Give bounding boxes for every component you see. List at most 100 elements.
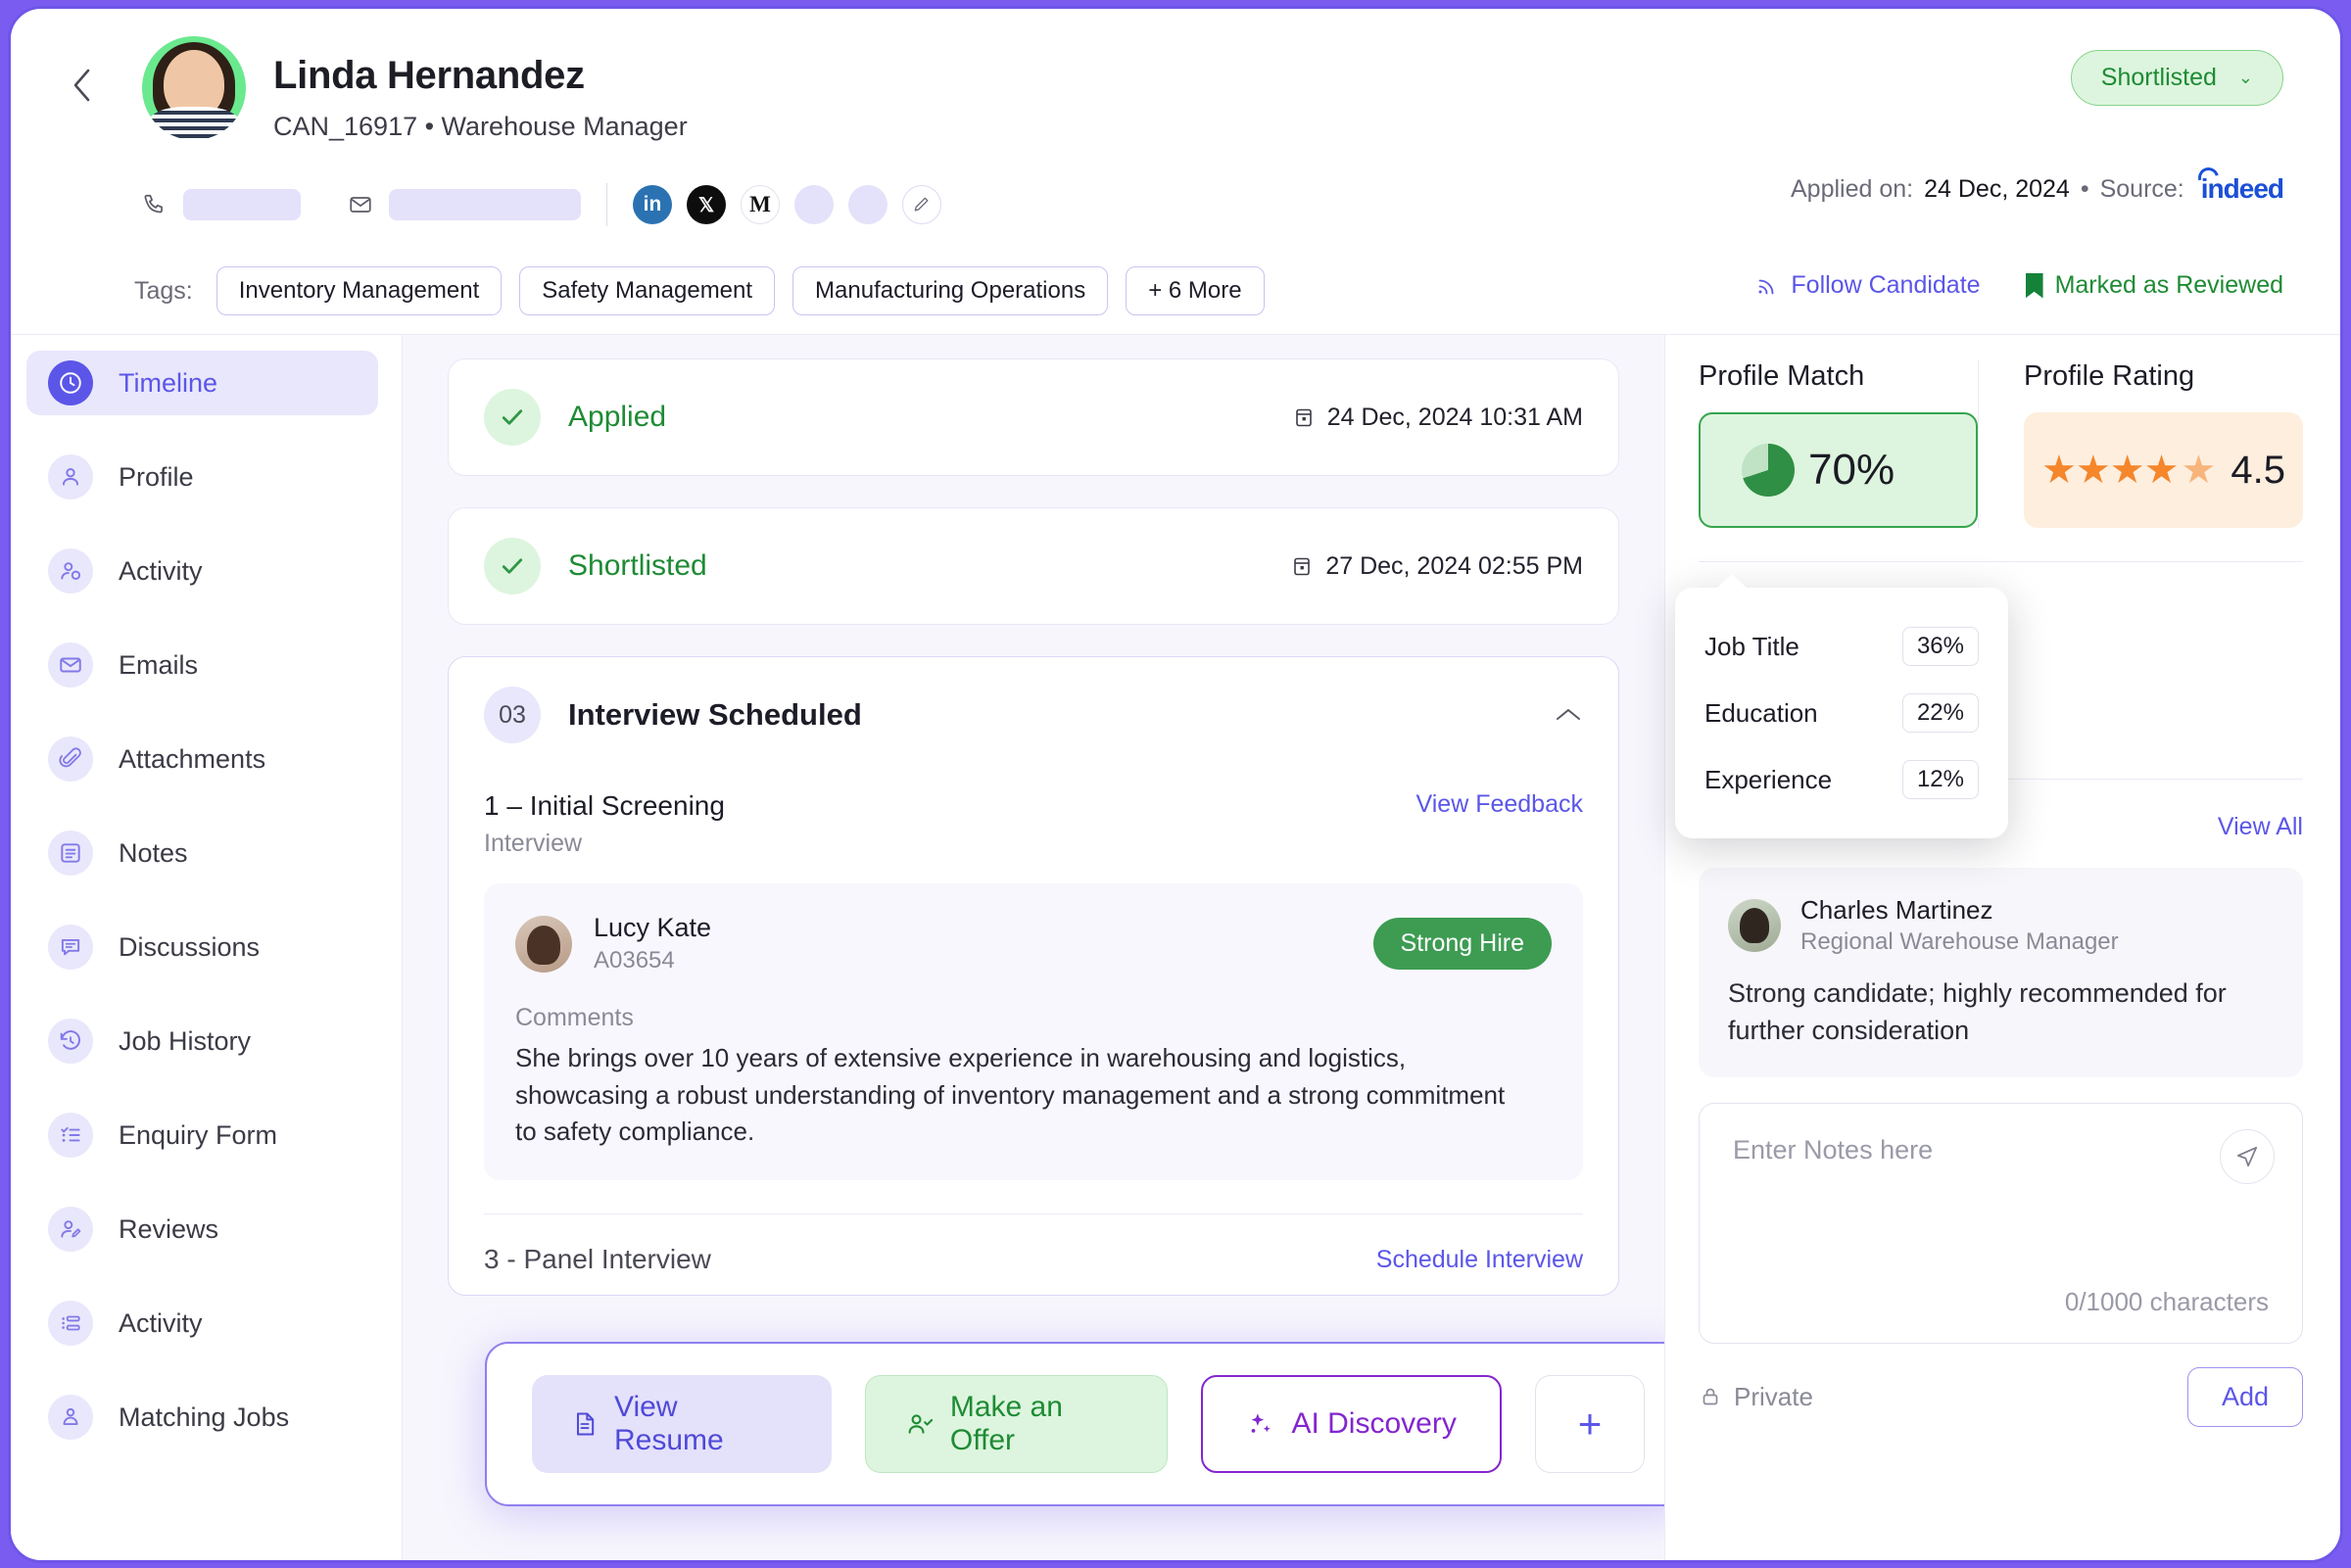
- email-field[interactable]: [348, 189, 581, 220]
- sidebar-item-reviews[interactable]: Reviews: [26, 1197, 378, 1261]
- mail-icon: [48, 642, 93, 688]
- notes-view-all-link[interactable]: View All: [2218, 813, 2303, 841]
- comments-label: Comments: [515, 1004, 1552, 1032]
- x-icon[interactable]: 𝕏: [687, 185, 726, 224]
- marked-reviewed-button[interactable]: Marked as Reviewed: [2026, 271, 2283, 300]
- sidebar-item-profile[interactable]: Profile: [26, 445, 378, 509]
- view-feedback-link[interactable]: View Feedback: [1416, 790, 1583, 819]
- add-action-button[interactable]: +: [1535, 1375, 1645, 1473]
- ai-discovery-button[interactable]: AI Discovery: [1201, 1375, 1502, 1473]
- linkedin-icon[interactable]: in: [633, 185, 672, 224]
- profile-match-card[interactable]: 70%: [1699, 412, 1978, 528]
- date-text: 27 Dec, 2024 02:55 PM: [1325, 552, 1583, 581]
- candidate-subtitle: CAN_16917 • Warehouse Manager: [273, 112, 688, 142]
- profile-match-title: Profile Match: [1699, 360, 1978, 393]
- sidebar-item-label: Activity: [119, 1308, 203, 1339]
- reviewer-name: Lucy Kate: [594, 913, 711, 943]
- sidebar-item-discussions[interactable]: Discussions: [26, 915, 378, 979]
- profile-match-section: Profile Match 70%: [1699, 360, 1978, 528]
- applied-date: 24 Dec, 2024: [1924, 175, 2070, 204]
- sidebar-item-label: Emails: [119, 650, 198, 681]
- sidebar-item-activity-2[interactable]: Activity: [26, 1291, 378, 1355]
- note-input-box[interactable]: Enter Notes here 0/1000 characters: [1699, 1103, 2303, 1344]
- right-panel: Profile Match 70% Profile Rating ★★★★★ 4…: [1664, 335, 2340, 1563]
- chevron-up-icon[interactable]: [1554, 705, 1583, 725]
- profile-match-breakdown-tooltip: Job Title 36% Education 22% Experience 1…: [1675, 588, 2008, 838]
- tag-chip[interactable]: Inventory Management: [216, 266, 502, 315]
- sidebar-item-label: Notes: [119, 838, 188, 869]
- phone-icon: [142, 192, 168, 217]
- divider: [606, 183, 607, 226]
- sidebar-item-timeline[interactable]: Timeline: [26, 351, 378, 415]
- timeline-event-shortlisted[interactable]: Shortlisted 27 Dec, 2024 02:55 PM: [448, 507, 1619, 625]
- bookmark-icon: [2026, 273, 2043, 299]
- match-percent: 70%: [1808, 446, 1895, 495]
- reviewer-id: A03654: [594, 947, 711, 974]
- sidebar-item-label: Profile: [119, 462, 194, 493]
- make-an-offer-button[interactable]: Make an Offer: [865, 1375, 1168, 1473]
- list-icon: [48, 1301, 93, 1346]
- user-icon: [48, 454, 93, 499]
- social-placeholder-2[interactable]: [848, 185, 888, 224]
- status-dropdown[interactable]: Shortlisted ⌄: [2071, 50, 2283, 106]
- source-label: Source:: [2100, 175, 2184, 204]
- timeline-event-title: Applied: [568, 401, 666, 434]
- sidebar-item-enquiry-form[interactable]: Enquiry Form: [26, 1103, 378, 1167]
- sidebar-item-emails[interactable]: Emails: [26, 633, 378, 697]
- calendar-icon: [1292, 405, 1316, 429]
- reviewer-avatar: [515, 916, 572, 973]
- round-type: Interview: [484, 830, 725, 858]
- sidebar-item-notes[interactable]: Notes: [26, 821, 378, 885]
- sidebar-item-label: Job History: [119, 1026, 251, 1057]
- user-edit-icon: [48, 1207, 93, 1252]
- marked-reviewed-label: Marked as Reviewed: [2055, 271, 2283, 300]
- sidebar-item-job-history[interactable]: Job History: [26, 1009, 378, 1073]
- note-footer: Private Add: [1699, 1367, 2303, 1427]
- sidebar-item-label: Reviews: [119, 1214, 218, 1245]
- note-text: Strong candidate; highly recommended for…: [1728, 975, 2274, 1050]
- tag-chip[interactable]: Safety Management: [519, 266, 775, 315]
- medium-icon[interactable]: M: [741, 185, 780, 224]
- send-icon[interactable]: [2220, 1129, 2275, 1184]
- contact-row: in 𝕏 M: [142, 183, 956, 226]
- pencil-icon[interactable]: [902, 185, 941, 224]
- round-row-panel-interview: 3 - Panel Interview Schedule Interview: [484, 1244, 1583, 1275]
- add-note-button[interactable]: Add: [2187, 1367, 2303, 1427]
- follow-candidate-label: Follow Candidate: [1791, 271, 1980, 300]
- sidebar-item-attachments[interactable]: Attachments: [26, 727, 378, 791]
- tag-chip[interactable]: Manufacturing Operations: [792, 266, 1108, 315]
- status-label: Shortlisted: [2101, 64, 2217, 92]
- ai-discovery-label: AI Discovery: [1291, 1407, 1456, 1441]
- timeline-event-applied[interactable]: Applied 24 Dec, 2024 10:31 AM: [448, 358, 1619, 476]
- breakdown-value: 36%: [1902, 627, 1979, 666]
- user-check-icon: [905, 1410, 935, 1438]
- timeline-content: Applied 24 Dec, 2024 10:31 AM Shortliste…: [403, 335, 1664, 1563]
- app-window: Linda Hernandez CAN_16917 • Warehouse Ma…: [8, 6, 2343, 1563]
- candidate-header: Linda Hernandez CAN_16917 • Warehouse Ma…: [11, 9, 2340, 335]
- sidebar-item-label: Attachments: [119, 744, 265, 775]
- email-value-masked: [389, 189, 581, 220]
- character-count: 0/1000 characters: [2065, 1287, 2269, 1317]
- mail-icon: [348, 192, 373, 217]
- tags-more-button[interactable]: + 6 More: [1126, 266, 1264, 315]
- schedule-interview-link[interactable]: Schedule Interview: [1376, 1246, 1583, 1274]
- chat-icon: [48, 925, 93, 970]
- social-placeholder-1[interactable]: [794, 185, 834, 224]
- note-author-role: Regional Warehouse Manager: [1800, 928, 2119, 956]
- note-author-avatar: [1728, 899, 1781, 952]
- breakdown-label: Education: [1704, 698, 1818, 729]
- phone-value-masked: [183, 189, 301, 220]
- private-toggle[interactable]: Private: [1699, 1382, 1813, 1412]
- timeline-event-title: Shortlisted: [568, 549, 707, 583]
- user-job-icon: [48, 1395, 93, 1440]
- note-author-name: Charles Martinez: [1800, 895, 2119, 926]
- back-button[interactable]: [62, 63, 101, 108]
- sidebar-item-matching-jobs[interactable]: Matching Jobs: [26, 1385, 378, 1449]
- sidebar-item-label: Enquiry Form: [119, 1120, 277, 1151]
- sidebar-item-activity[interactable]: Activity: [26, 539, 378, 603]
- view-resume-button[interactable]: View Resume: [532, 1375, 832, 1473]
- clock-icon: [48, 360, 93, 405]
- phone-field[interactable]: [142, 189, 301, 220]
- sidebar-item-label: Discussions: [119, 932, 260, 963]
- follow-candidate-button[interactable]: Follow Candidate: [1755, 271, 1980, 300]
